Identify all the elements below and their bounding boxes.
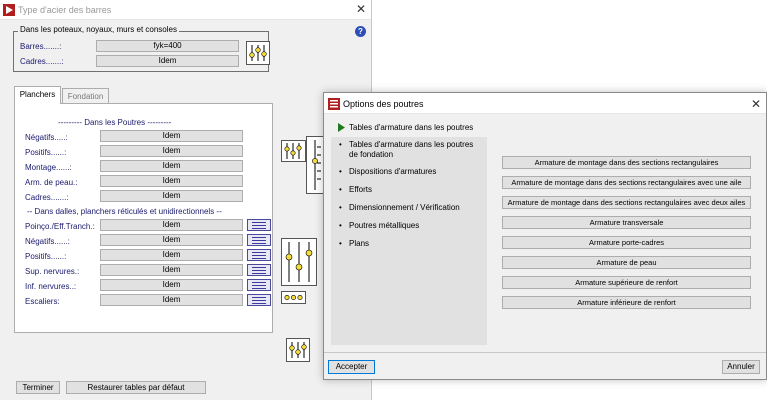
bars-window: Type d'acier des barres ✕ ? Dans les pot… (0, 0, 372, 400)
poutres-row-value[interactable]: Idem (100, 130, 243, 142)
nav-item-active[interactable]: Tables d'armature dans les poutres (349, 123, 473, 133)
tab-fondation[interactable]: Fondation (62, 88, 109, 104)
bullet-icon: • (339, 167, 342, 176)
option-button[interactable]: Armature supérieure de renfort (502, 276, 751, 289)
dalles-row-label: Sup. nervures.: (25, 267, 80, 276)
poutres-row-value[interactable]: Idem (100, 175, 243, 187)
dalles-row-value[interactable]: Idem (100, 294, 243, 306)
sliders-icon[interactable] (246, 41, 270, 65)
app-icon (3, 4, 15, 16)
poutres-row-label: Montage......: (25, 163, 72, 172)
nav-item[interactable]: Poutres métalliques (349, 221, 419, 231)
nav-item[interactable]: Tables d'armature dans les poutres de fo… (349, 140, 484, 160)
dalles-row-label: Escaliers: (25, 297, 60, 306)
barres-field[interactable]: fyk=400 (96, 40, 239, 52)
option-button[interactable]: Armature inférieure de renfort (502, 296, 751, 309)
dialog-footer-divider (324, 352, 766, 353)
dalles-row-value[interactable]: Idem (100, 279, 243, 291)
bars-window-titlebar: Type d'acier des barres ✕ (0, 0, 371, 20)
terminate-button[interactable]: Terminer (16, 381, 60, 394)
dalles-header: -- Dans dalles, planchers réticulés et u… (27, 207, 222, 216)
option-button[interactable]: Armature de montage dans des sections re… (502, 176, 751, 189)
dalles-row-label: Poinço./Eff.Tranch.: (25, 222, 95, 231)
bullet-icon: • (339, 221, 342, 230)
dalles-row-value[interactable]: Idem (100, 234, 243, 246)
options-dialog-title: Options des poutres (343, 99, 424, 109)
list-icon[interactable] (247, 264, 271, 276)
option-button[interactable]: Armature de peau (502, 256, 751, 269)
poutres-row-value[interactable]: Idem (100, 160, 243, 172)
option-button[interactable]: Armature transversale (502, 216, 751, 229)
arrow-right-icon (338, 123, 345, 132)
sliders-icon[interactable] (286, 338, 310, 362)
dalles-row-value[interactable]: Idem (100, 219, 243, 231)
sliders-icon[interactable] (281, 140, 306, 162)
poutres-row-label: Négatifs.....: (25, 133, 68, 142)
poutres-row-value[interactable]: Idem (100, 145, 243, 157)
barres-label: Barres.......: (20, 42, 62, 51)
dalles-row-label: Négatifs......: (25, 237, 70, 246)
options-dialog-titlebar: Options des poutres ✕ (324, 93, 766, 114)
cadres-field[interactable]: Idem (96, 55, 239, 67)
poutres-row-label: Arm. de peau.: (25, 178, 78, 187)
poutres-row-label: Cadres.......: (25, 193, 69, 202)
poutres-row-label: Positifs......: (25, 148, 67, 157)
poutres-row-value[interactable]: Idem (100, 190, 243, 202)
option-button[interactable]: Armature de montage dans des sections re… (502, 156, 751, 169)
cancel-button[interactable]: Annuler (722, 360, 760, 374)
bullet-icon: • (339, 140, 342, 149)
close-icon[interactable]: ✕ (356, 3, 366, 15)
list-icon[interactable] (247, 234, 271, 246)
sliders-icon[interactable] (281, 291, 306, 304)
nav-item[interactable]: Plans (349, 239, 369, 249)
nav-item[interactable]: Dispositions d'armatures (349, 167, 436, 177)
option-button[interactable]: Armature de montage dans des sections re… (502, 196, 751, 209)
list-icon[interactable] (247, 279, 271, 291)
list-icon[interactable] (247, 219, 271, 231)
tab-planchers[interactable]: Planchers (14, 86, 61, 104)
sliders-icon[interactable] (281, 238, 317, 286)
nav-item[interactable]: Dimensionnement / Vérification (349, 203, 460, 213)
restore-defaults-button[interactable]: Restaurer tables par défaut (66, 381, 206, 394)
accept-button[interactable]: Accepter (328, 360, 375, 374)
columns-group-title: Dans les poteaux, noyaux, murs et consol… (18, 25, 179, 34)
poutres-header: --------- Dans les Poutres --------- (58, 118, 172, 127)
bullet-icon: • (339, 185, 342, 194)
app-icon (328, 98, 340, 110)
dalles-row-value[interactable]: Idem (100, 264, 243, 276)
cadres-label: Cadres.......: (20, 57, 64, 66)
sliders-icon[interactable] (306, 136, 324, 194)
dalles-row-label: Positifs......: (25, 252, 67, 261)
help-icon[interactable]: ? (355, 26, 366, 37)
option-button[interactable]: Armature porte-cadres (502, 236, 751, 249)
bullet-icon: • (339, 239, 342, 248)
nav-item[interactable]: Efforts (349, 185, 372, 195)
bars-window-title: Type d'acier des barres (18, 5, 112, 15)
bullet-icon: • (339, 203, 342, 212)
list-icon[interactable] (247, 294, 271, 306)
close-icon[interactable]: ✕ (751, 98, 761, 110)
dalles-row-value[interactable]: Idem (100, 249, 243, 261)
dalles-row-label: Inf. nervures..: (25, 282, 77, 291)
list-icon[interactable] (247, 249, 271, 261)
